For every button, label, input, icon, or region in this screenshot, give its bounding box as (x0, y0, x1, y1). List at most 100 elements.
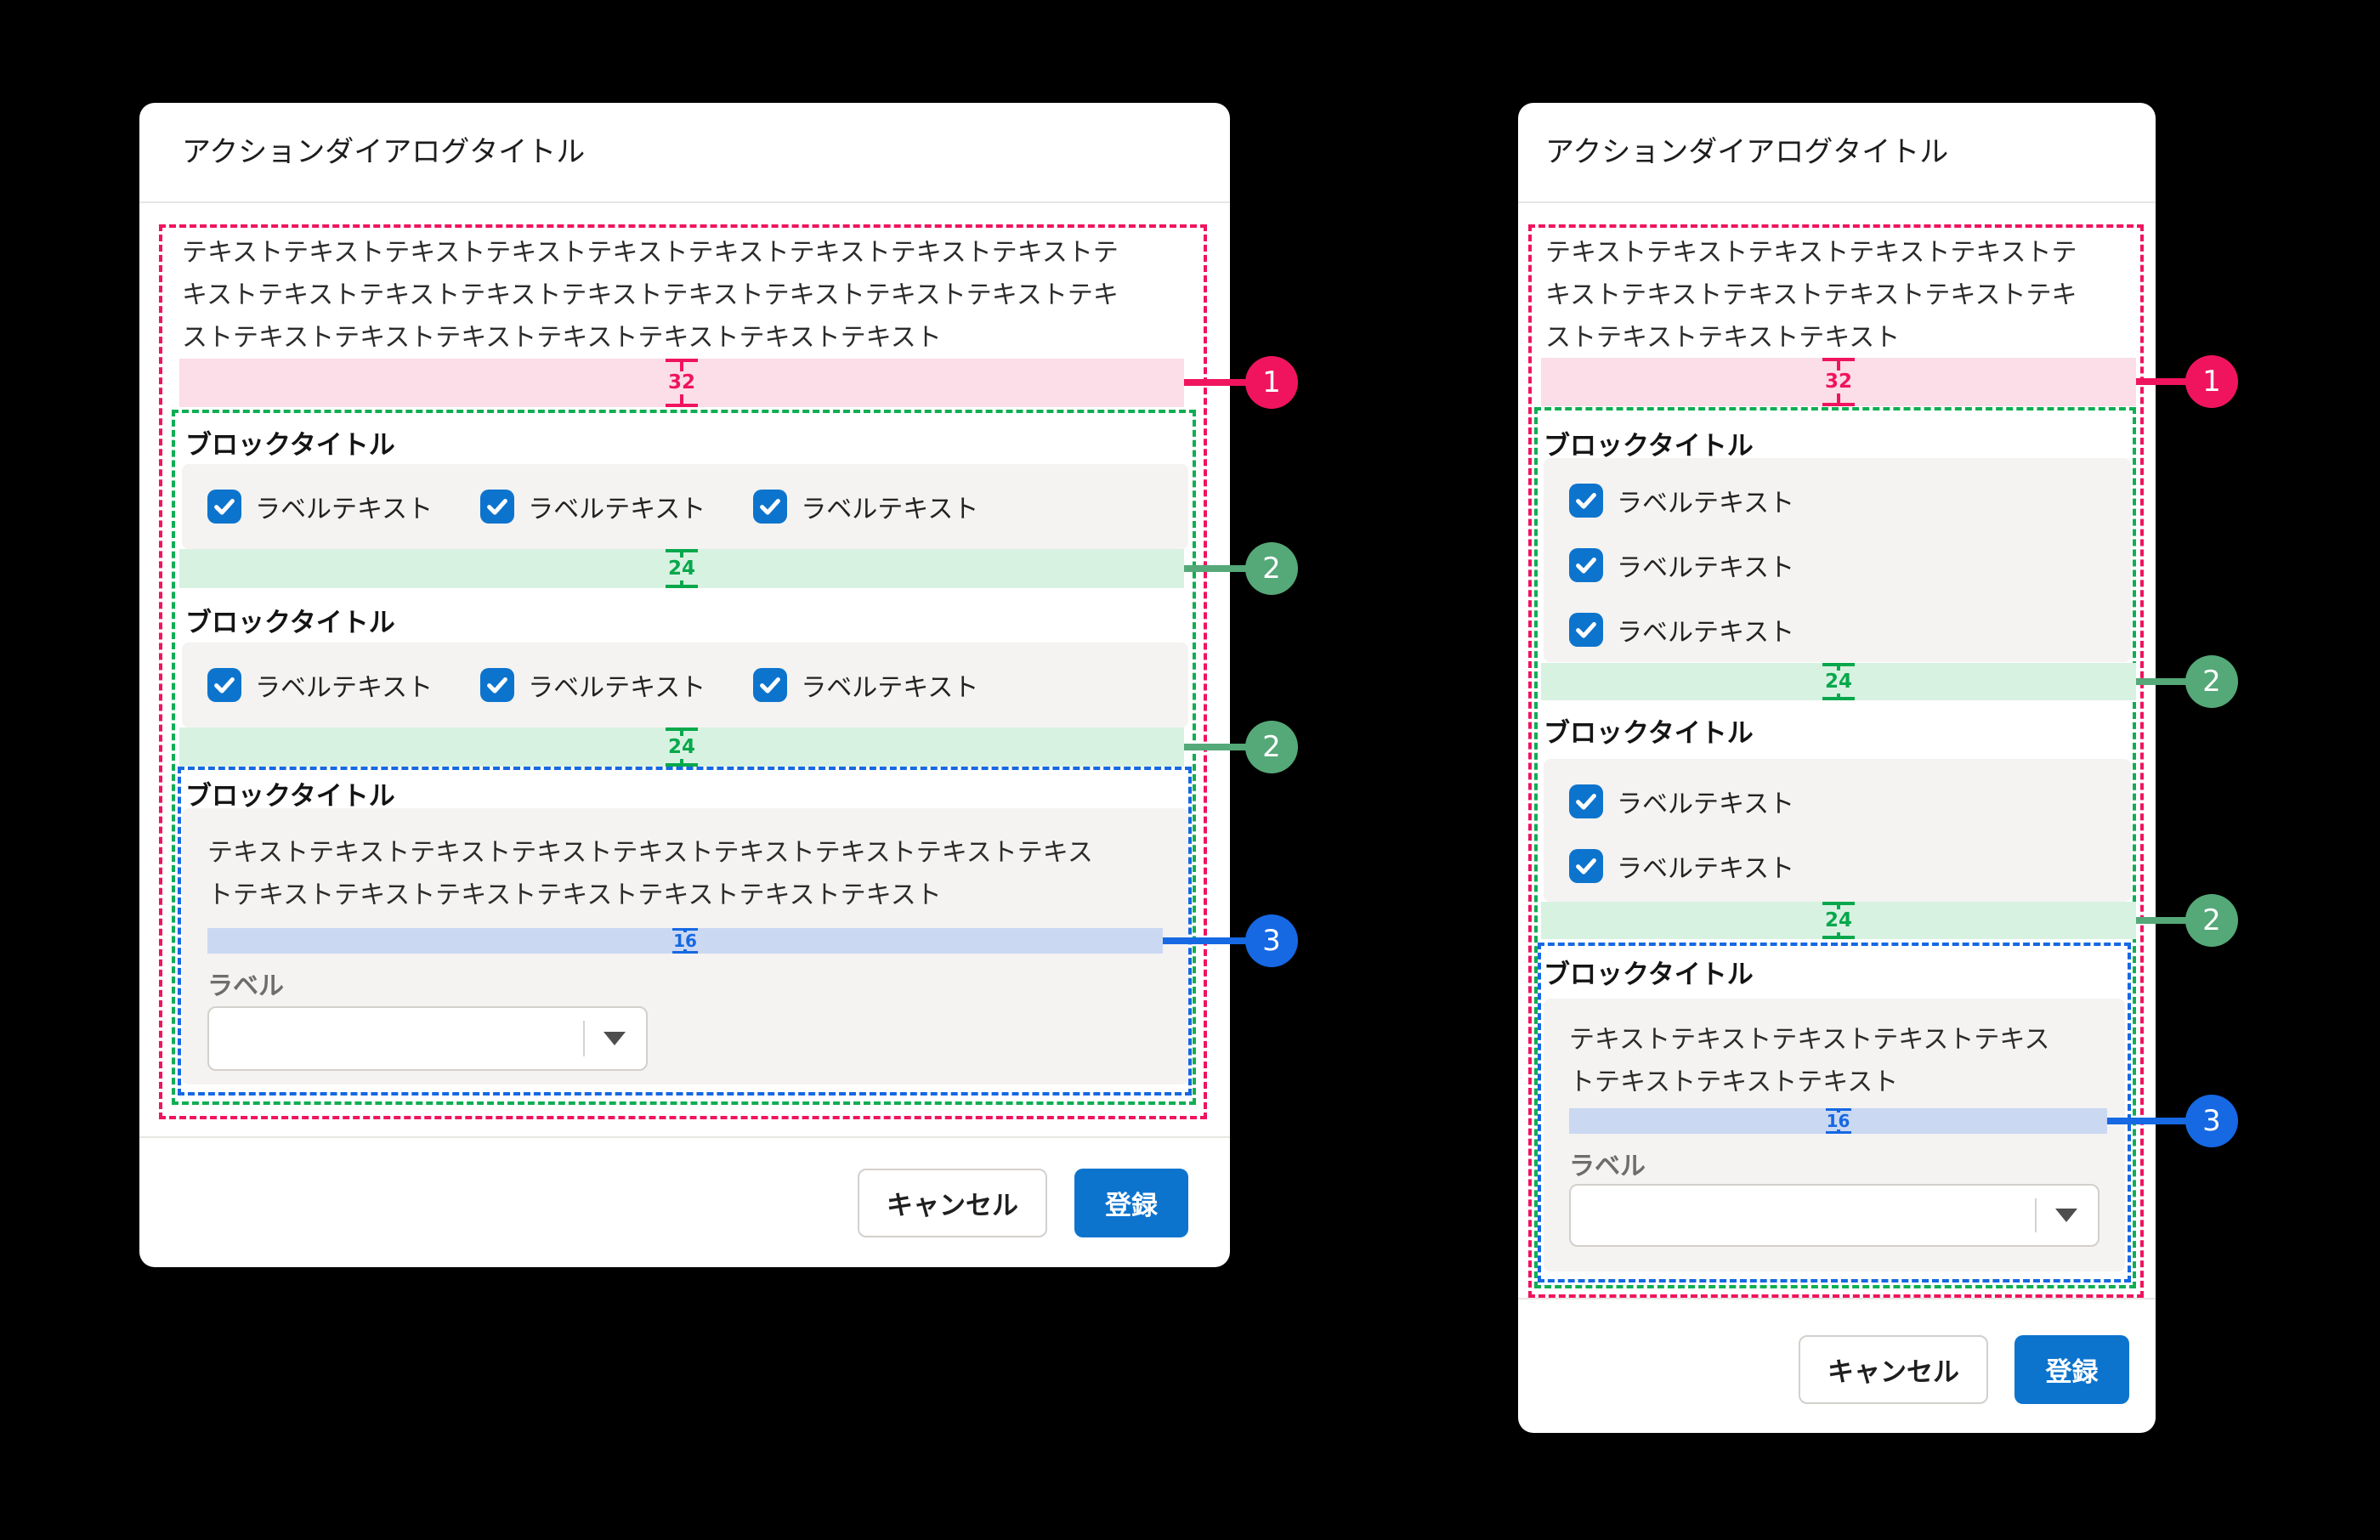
dialog-body-text: テキストテキストテキストテキストテキストテ キストテキストテキストテキストテキス… (1545, 232, 2077, 360)
spacing-highlight-32: 32 (1541, 358, 2136, 406)
annotation-connector (1184, 379, 1247, 386)
spacing-highlight-24: 24 (179, 728, 1184, 767)
annotation-badge-2: 2 (1245, 542, 1298, 595)
checkbox[interactable]: ラベルテキスト (753, 666, 978, 704)
block-text-line: テキストテキストテキストテキストテキストテキストテキストテキストテキス (207, 832, 1093, 875)
block-title: ブロックタイトル (1544, 711, 1754, 750)
header-divider (1518, 201, 2156, 203)
body-text-line: キストテキストテキストテキストテキストテキ (1545, 275, 2077, 317)
spacing-highlight-16: 16 (207, 928, 1163, 954)
checkbox[interactable]: ラベルテキスト (1569, 783, 2131, 820)
checkbox-label: ラベルテキスト (528, 488, 706, 525)
body-text-line: テキストテキストテキストテキストテキストテキストテキストテキストテキストテ (182, 232, 1119, 275)
checkbox-checked-icon[interactable] (207, 668, 241, 702)
annotation-badge-3: 3 (1245, 914, 1298, 967)
footer-divider (139, 1136, 1230, 1138)
field-label: ラベル (207, 965, 284, 1002)
spacing-ruler-32: 32 (666, 359, 698, 407)
checkbox-checked-icon[interactable] (1569, 784, 1603, 818)
checkbox[interactable]: ラベルテキスト (207, 488, 433, 525)
annotation-badge-2: 2 (2185, 655, 2238, 708)
dialog-title: アクションダイアログタイトル (182, 103, 585, 201)
annotation-badge-2: 2 (1245, 721, 1298, 773)
checkbox-label: ラベルテキスト (1617, 482, 1794, 519)
spacing-highlight-24: 24 (179, 549, 1184, 588)
checkbox-checked-icon[interactable] (207, 490, 241, 524)
spacing-ruler-24: 24 (1822, 663, 1855, 700)
select-input[interactable] (207, 1006, 648, 1071)
spacing-highlight-24: 24 (1541, 663, 2136, 700)
checkbox-checked-icon[interactable] (753, 490, 787, 524)
cancel-button[interactable]: キャンセル (1799, 1335, 1988, 1404)
annotation-connector (2136, 917, 2187, 924)
block-title: ブロックタイトル (1544, 953, 1754, 991)
checkbox-label: ラベルテキスト (528, 666, 706, 704)
dialog-desktop: アクションダイアログタイトル テキストテキストテキストテキストテキストテキストテ… (139, 103, 1230, 1267)
checkbox[interactable]: ラベルテキスト (1569, 611, 2131, 648)
spacing-ruler-16: 16 (1826, 1108, 1851, 1134)
checkbox[interactable]: ラベルテキスト (480, 666, 706, 704)
dialog-mobile: アクションダイアログタイトル テキストテキストテキストテキストテキストテ キスト… (1518, 103, 2156, 1433)
checkbox[interactable]: ラベルテキスト (207, 666, 433, 704)
select-divider (583, 1021, 585, 1056)
field-label: ラベル (1569, 1145, 1646, 1182)
annotation-badge-1: 1 (1245, 356, 1298, 409)
checkbox-label: ラベルテキスト (801, 666, 978, 704)
annotation-connector (2107, 1118, 2187, 1124)
checkbox[interactable]: ラベルテキスト (753, 488, 978, 525)
spacing-highlight-32: 32 (179, 359, 1184, 407)
body-text-line: テキストテキストテキストテキストテキストテ (1545, 232, 2077, 275)
spacing-highlight-16: 16 (1569, 1108, 2107, 1134)
dialog-body-text: テキストテキストテキストテキストテキストテキストテキストテキストテキストテ キス… (182, 232, 1119, 360)
checkbox-checked-icon[interactable] (1569, 613, 1603, 647)
checkbox[interactable]: ラベルテキスト (1569, 847, 2131, 885)
block-text-line: テキストテキストテキストテキストテキス (1569, 1019, 2050, 1062)
checkbox-checked-icon[interactable] (1569, 548, 1603, 582)
checkbox[interactable]: ラベルテキスト (1569, 546, 2131, 584)
checkbox[interactable]: ラベルテキスト (1569, 482, 2131, 519)
checkbox-label: ラベルテキスト (801, 488, 978, 525)
checkbox-label: ラベルテキスト (255, 666, 433, 704)
block-title: ブロックタイトル (185, 774, 395, 812)
spacing-ruler-24: 24 (666, 549, 698, 588)
block-text: テキストテキストテキストテキストテキス トテキストテキストテキスト (1569, 1019, 2050, 1104)
block-title: ブロックタイトル (1544, 424, 1754, 462)
checkbox-checked-icon[interactable] (753, 668, 787, 702)
annotation-badge-3: 3 (2185, 1095, 2238, 1147)
checkbox-label: ラベルテキスト (1617, 783, 1794, 820)
checkbox-checked-icon[interactable] (480, 668, 514, 702)
block-title: ブロックタイトル (185, 423, 395, 461)
body-text-line: ストテキストテキストテキストテキストテキストテキストテキスト (182, 317, 1119, 360)
cancel-button[interactable]: キャンセル (858, 1169, 1047, 1237)
checkbox-label: ラベルテキスト (1617, 546, 1794, 584)
block-text-line: トテキストテキストテキストテキストテキストテキストテキスト (207, 875, 1093, 917)
submit-button[interactable]: 登録 (1074, 1169, 1188, 1237)
annotation-connector (1163, 937, 1247, 944)
select-input[interactable] (1569, 1184, 2100, 1247)
spacing-highlight-24: 24 (1541, 902, 2136, 939)
checkbox-group: ラベルテキスト ラベルテキスト ラベルテキスト (182, 643, 1188, 728)
form-block: テキストテキストテキストテキストテキストテキストテキストテキストテキス トテキス… (182, 808, 1188, 1084)
select-divider (2035, 1198, 2037, 1233)
form-block: テキストテキストテキストテキストテキス トテキストテキストテキスト 16 ラベル (1544, 999, 2125, 1271)
checkbox-group: ラベルテキスト ラベルテキスト ラベルテキスト (182, 464, 1188, 549)
header-divider (139, 201, 1230, 203)
body-text-line: ストテキストテキストテキスト (1545, 317, 2077, 360)
caret-down-icon (2055, 1209, 2077, 1222)
spacing-ruler-24: 24 (666, 728, 698, 767)
submit-button[interactable]: 登録 (2014, 1335, 2129, 1404)
checkbox-label: ラベルテキスト (255, 488, 433, 525)
dialog-title: アクションダイアログタイトル (1545, 103, 1948, 201)
checkbox[interactable]: ラベルテキスト (480, 488, 706, 525)
checkbox-checked-icon[interactable] (480, 490, 514, 524)
checkbox-checked-icon[interactable] (1569, 849, 1603, 883)
checkbox-group: ラベルテキスト ラベルテキスト (1544, 759, 2131, 902)
canvas: { "annotations": { "badge1": "1", "badge… (0, 0, 2380, 1540)
block-text: テキストテキストテキストテキストテキストテキストテキストテキストテキス トテキス… (207, 832, 1093, 917)
checkbox-checked-icon[interactable] (1569, 484, 1603, 518)
checkbox-label: ラベルテキスト (1617, 847, 1794, 885)
spacing-ruler-32: 32 (1822, 358, 1855, 406)
annotation-connector (2136, 678, 2187, 685)
block-text-line: トテキストテキストテキスト (1569, 1062, 2050, 1104)
checkbox-group: ラベルテキスト ラベルテキスト ラベルテキスト (1544, 458, 2131, 662)
